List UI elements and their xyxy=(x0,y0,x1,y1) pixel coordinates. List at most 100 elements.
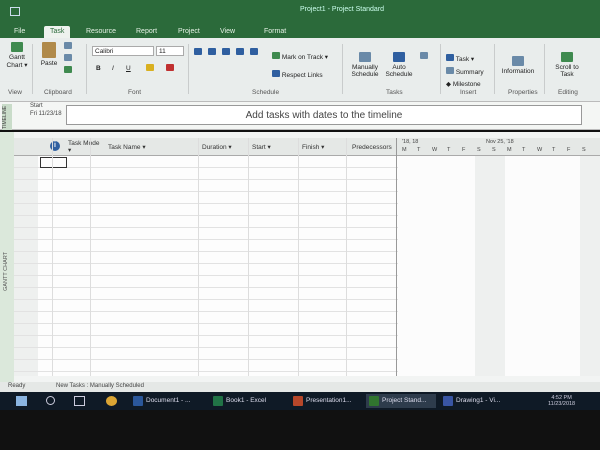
font-color-button[interactable] xyxy=(166,64,174,73)
gantt-chart-area[interactable] xyxy=(398,156,600,376)
tab-task[interactable]: Task xyxy=(44,26,71,38)
table-row[interactable] xyxy=(14,312,398,324)
ribbon: Gantt Chart ▾ View Paste Clipboard Calib… xyxy=(0,38,600,102)
title-bar: Project1 - Project Standard xyxy=(0,0,600,24)
font-size-select[interactable]: 11 xyxy=(156,46,184,56)
percent-50-button[interactable] xyxy=(222,48,230,57)
taskbar-item-visio[interactable]: Drawing1 - Vi... xyxy=(440,394,514,408)
column-header-start[interactable]: Start ▾ xyxy=(252,144,271,151)
highlight-button[interactable] xyxy=(146,64,154,73)
task-table[interactable] xyxy=(14,156,398,376)
percent-75-button[interactable] xyxy=(236,48,244,57)
bold-button[interactable]: B xyxy=(96,65,101,72)
column-header-finish[interactable]: Finish ▾ xyxy=(302,144,324,151)
tab-file[interactable]: File xyxy=(8,26,31,38)
table-row[interactable] xyxy=(14,180,398,192)
table-row[interactable] xyxy=(14,192,398,204)
inspect-button[interactable] xyxy=(420,52,428,61)
mark-on-track-label: Mark on Track ▾ xyxy=(281,54,329,61)
table-row[interactable] xyxy=(14,276,398,288)
table-row[interactable] xyxy=(14,360,398,372)
task-view-icon[interactable] xyxy=(74,396,85,406)
chrome-icon[interactable] xyxy=(106,396,117,406)
divider xyxy=(32,44,33,94)
tab-format[interactable]: Format xyxy=(258,26,292,38)
milestone-icon: ◆ xyxy=(446,81,451,88)
column-divider xyxy=(346,138,347,376)
table-row[interactable] xyxy=(14,156,398,168)
pane-splitter[interactable] xyxy=(396,138,397,376)
timescale-day: T xyxy=(552,147,556,153)
status-new-tasks[interactable]: New Tasks : Manually Scheduled xyxy=(56,383,144,389)
taskbar-item-word[interactable]: Document1 - ... xyxy=(130,394,204,408)
copy-icon xyxy=(64,54,72,61)
progress-icon xyxy=(208,48,216,55)
scroll-to-task-label: Scroll to Task xyxy=(555,64,579,78)
insert-summary-button[interactable]: Summary xyxy=(446,67,484,76)
column-header-duration[interactable]: Duration ▾ xyxy=(202,144,232,151)
progress-icon xyxy=(194,48,202,55)
manually-schedule-button[interactable]: Manually Schedule xyxy=(348,52,382,78)
column-header-task-name[interactable]: Task Name ▾ xyxy=(108,144,146,151)
percent-25-button[interactable] xyxy=(208,48,216,57)
percent-0-button[interactable] xyxy=(194,48,202,57)
table-row[interactable] xyxy=(14,216,398,228)
table-row[interactable] xyxy=(14,336,398,348)
underline-button[interactable]: U xyxy=(126,65,131,72)
table-row[interactable] xyxy=(14,288,398,300)
tab-view[interactable]: View xyxy=(214,26,241,38)
insert-task-button[interactable]: Task ▾ xyxy=(446,54,474,63)
table-row[interactable] xyxy=(14,228,398,240)
format-painter-button[interactable] xyxy=(64,66,72,75)
cut-button[interactable] xyxy=(64,42,72,51)
respect-links-label: Respect Links xyxy=(281,72,323,79)
start-icon[interactable] xyxy=(16,396,27,406)
information-button[interactable]: Information xyxy=(498,56,538,75)
table-row[interactable] xyxy=(14,348,398,360)
selected-cell[interactable] xyxy=(40,157,67,168)
mark-on-track-button[interactable]: Mark on Track ▾ xyxy=(272,52,328,61)
auto-schedule-button[interactable]: Auto Schedule xyxy=(384,52,414,78)
table-row[interactable] xyxy=(14,252,398,264)
taskbar-item-label: Drawing1 - Vi... xyxy=(456,397,501,404)
manually-schedule-label: Manually Schedule xyxy=(351,64,379,78)
respect-links-icon xyxy=(272,70,280,77)
scroll-to-task-button[interactable]: Scroll to Task xyxy=(552,52,582,78)
table-row[interactable] xyxy=(14,204,398,216)
insert-group-label: Insert xyxy=(460,89,477,96)
table-row[interactable] xyxy=(14,168,398,180)
italic-button[interactable]: I xyxy=(112,65,114,72)
save-icon[interactable] xyxy=(10,7,20,16)
system-clock[interactable]: 4:52 PM 11/23/2018 xyxy=(548,395,575,407)
divider xyxy=(86,44,87,94)
table-row[interactable] xyxy=(14,324,398,336)
taskbar-item-project[interactable]: Project Stand... xyxy=(366,394,436,408)
tab-report[interactable]: Report xyxy=(130,26,163,38)
table-row[interactable] xyxy=(14,240,398,252)
schedule-group-label: Schedule xyxy=(252,89,280,96)
gantt-chart-button[interactable]: Gantt Chart ▾ xyxy=(4,42,30,69)
paste-button[interactable]: Paste xyxy=(38,42,60,67)
timescale-day: W xyxy=(432,147,438,153)
clock-date: 11/23/2018 xyxy=(548,401,576,407)
column-header-predecessors[interactable]: Predecessors xyxy=(352,144,392,151)
insert-milestone-label: Milestone xyxy=(452,81,481,88)
table-row[interactable] xyxy=(14,300,398,312)
font-name-select[interactable]: Calibri xyxy=(92,46,154,56)
timeline-bar[interactable]: Add tasks with dates to the timeline xyxy=(66,105,582,125)
percent-100-button[interactable] xyxy=(250,48,258,57)
tab-project[interactable]: Project xyxy=(172,26,206,38)
tab-resource[interactable]: Resource xyxy=(80,26,122,38)
divider xyxy=(342,44,343,94)
timescale-day: S xyxy=(582,147,586,153)
progress-icon xyxy=(250,48,258,55)
table-row[interactable] xyxy=(14,264,398,276)
column-header-task-mode[interactable]: Task Mode ▾ xyxy=(68,140,104,154)
taskbar-item-powerpoint[interactable]: Presentation1... xyxy=(290,394,364,408)
copy-button[interactable] xyxy=(64,54,72,63)
respect-links-button[interactable]: Respect Links xyxy=(272,70,323,79)
search-icon[interactable] xyxy=(46,396,55,405)
taskbar-item-excel[interactable]: Book1 - Excel xyxy=(210,394,284,408)
insert-milestone-button[interactable]: ◆ Milestone xyxy=(446,80,481,88)
scroll-to-task-icon xyxy=(561,52,573,62)
